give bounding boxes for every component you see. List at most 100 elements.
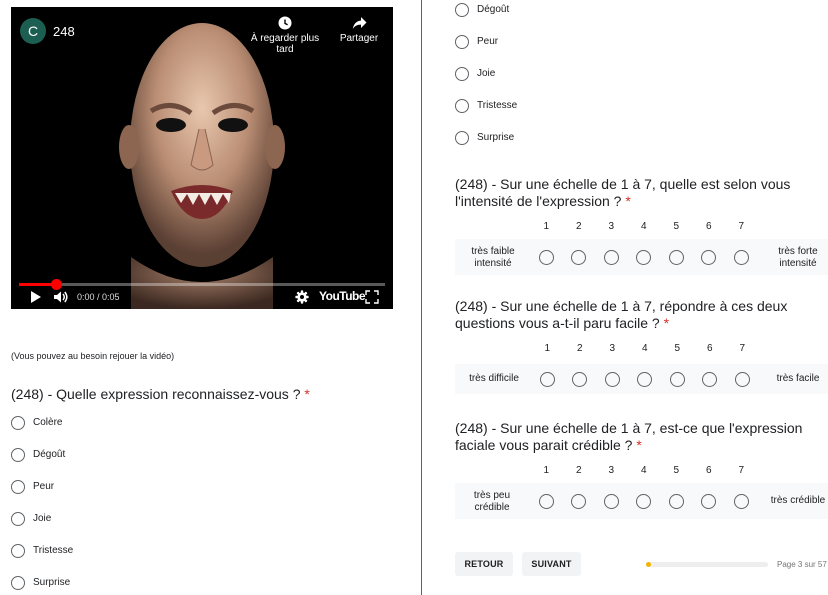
scale-radio-4[interactable] bbox=[636, 494, 652, 509]
scale-radio-3[interactable] bbox=[603, 250, 619, 265]
radio-button[interactable] bbox=[11, 416, 25, 430]
choice-peur[interactable]: Peur bbox=[11, 480, 73, 512]
radio-button[interactable] bbox=[455, 35, 469, 49]
scale-number: 4 bbox=[640, 221, 647, 232]
scale-radio-7[interactable] bbox=[733, 494, 749, 509]
video-frame-face bbox=[11, 7, 393, 309]
scale-radio-2[interactable] bbox=[572, 372, 588, 387]
scale-number: 2 bbox=[575, 465, 582, 476]
scale-radio-7[interactable] bbox=[733, 250, 749, 265]
video-progress-bar[interactable] bbox=[19, 279, 385, 290]
radio-button[interactable] bbox=[455, 131, 469, 145]
required-marker: * bbox=[663, 315, 670, 331]
radio-button[interactable] bbox=[455, 99, 469, 113]
radio-button[interactable] bbox=[11, 544, 25, 558]
scale-radio-5[interactable] bbox=[668, 494, 684, 509]
choice-tristesse[interactable]: Tristesse bbox=[455, 99, 517, 131]
video-player[interactable]: C 248 À regarder plus tard Partager 0:00… bbox=[11, 7, 393, 309]
scale-number: 4 bbox=[641, 343, 648, 354]
scale-number: 6 bbox=[706, 343, 713, 354]
radio-button[interactable] bbox=[455, 3, 469, 17]
scale-number: 5 bbox=[673, 221, 680, 232]
scale-radio-2[interactable] bbox=[571, 250, 587, 265]
scale-question-credibility: (248) - Sur une échelle de 1 à 7, est-ce… bbox=[455, 420, 828, 520]
share-button[interactable]: Partager bbox=[338, 16, 380, 44]
scale-number: 1 bbox=[543, 465, 550, 476]
choice-surprise[interactable]: Surprise bbox=[11, 576, 73, 595]
watch-later-label: À regarder plus tard bbox=[250, 33, 320, 55]
scale-radio-1[interactable] bbox=[538, 494, 554, 509]
scale-question-intensity: (248) - Sur une échelle de 1 à 7, quelle… bbox=[455, 176, 828, 276]
scale-radio-3[interactable] bbox=[603, 494, 619, 509]
choice-degout[interactable]: Dégoût bbox=[455, 3, 517, 35]
play-icon[interactable] bbox=[30, 289, 42, 305]
scale-radio-5[interactable] bbox=[669, 372, 685, 387]
scale-radio-4[interactable] bbox=[637, 372, 653, 387]
choice-colere[interactable]: Colère bbox=[11, 416, 73, 448]
scale-high-label: très forte intensité bbox=[778, 246, 818, 269]
watch-later-button[interactable]: À regarder plus tard bbox=[242, 16, 328, 55]
choice-tristesse[interactable]: Tristesse bbox=[11, 544, 73, 576]
radio-button[interactable] bbox=[11, 512, 25, 526]
radio-button[interactable] bbox=[455, 67, 469, 81]
scale-number: 5 bbox=[674, 343, 681, 354]
volume-icon[interactable] bbox=[53, 289, 69, 305]
radio-button[interactable] bbox=[11, 480, 25, 494]
scale-number: 7 bbox=[738, 465, 745, 476]
choice-label: Surprise bbox=[33, 577, 71, 588]
youtube-logo[interactable]: YouTube bbox=[319, 289, 366, 303]
radio-button[interactable] bbox=[11, 576, 25, 590]
scale-radio-3[interactable] bbox=[604, 372, 620, 387]
fullscreen-icon[interactable] bbox=[365, 289, 379, 305]
scale-radio-6[interactable] bbox=[702, 372, 718, 387]
scale-question-text: (248) - Sur une échelle de 1 à 7, est-ce… bbox=[455, 420, 803, 453]
scale-radio-2[interactable] bbox=[571, 494, 587, 509]
scale-radio-5[interactable] bbox=[668, 250, 684, 265]
choice-label: Dégoût bbox=[33, 449, 66, 460]
share-label: Partager bbox=[339, 33, 379, 44]
choice-label: Tristesse bbox=[477, 100, 518, 111]
scale-radio-1[interactable] bbox=[539, 372, 555, 387]
choice-label: Joie bbox=[477, 68, 496, 79]
scale-radio-4[interactable] bbox=[636, 250, 652, 265]
gear-icon[interactable] bbox=[295, 289, 309, 305]
next-button[interactable]: SUIVANT bbox=[522, 552, 581, 576]
form-progress-bar bbox=[646, 562, 768, 567]
scale-numbers: 1 2 3 4 5 6 7 bbox=[530, 221, 758, 232]
scale-low-label: très faible intensité bbox=[471, 246, 515, 269]
question-expression-text: (248) - Quelle expression reconnaissez-v… bbox=[11, 386, 301, 402]
scale-row: très difficile très facile bbox=[455, 364, 828, 394]
scale-number: 3 bbox=[608, 465, 615, 476]
choice-surprise[interactable]: Surprise bbox=[455, 131, 517, 163]
scale-question-title: (248) - Sur une échelle de 1 à 7, quelle… bbox=[455, 176, 828, 210]
scale-radio-6[interactable] bbox=[701, 250, 717, 265]
clock-icon bbox=[278, 16, 292, 30]
scale-number: 6 bbox=[705, 221, 712, 232]
scale-question-ease: (248) - Sur une échelle de 1 à 7, répond… bbox=[455, 298, 828, 398]
scale-low-label: très peu crédible bbox=[473, 490, 511, 513]
scale-numbers: 1 2 3 4 5 6 7 bbox=[530, 465, 758, 476]
choice-joie[interactable]: Joie bbox=[455, 67, 517, 99]
choice-label: Surprise bbox=[477, 132, 515, 143]
scale-number: 7 bbox=[738, 221, 745, 232]
choice-degout[interactable]: Dégoût bbox=[11, 448, 73, 480]
video-title[interactable]: 248 bbox=[53, 24, 75, 39]
required-marker: * bbox=[625, 193, 631, 209]
left-column: C 248 À regarder plus tard Partager 0:00… bbox=[0, 0, 420, 595]
choice-joie[interactable]: Joie bbox=[11, 512, 73, 544]
expression-choice-list-continued: Dégoût Peur Joie Tristesse Surprise bbox=[455, 3, 517, 163]
scale-number: 1 bbox=[543, 221, 550, 232]
scale-radio-6[interactable] bbox=[701, 494, 717, 509]
radio-button[interactable] bbox=[11, 448, 25, 462]
scale-question-text: (248) - Sur une échelle de 1 à 7, répond… bbox=[455, 298, 788, 331]
channel-avatar[interactable]: C bbox=[20, 18, 46, 44]
choice-peur[interactable]: Peur bbox=[455, 35, 517, 67]
scale-radio-1[interactable] bbox=[538, 250, 554, 265]
back-button[interactable]: RETOUR bbox=[455, 552, 513, 576]
question-expression-title: (248) - Quelle expression reconnaissez-v… bbox=[11, 386, 310, 403]
scale-radio-7[interactable] bbox=[734, 372, 750, 387]
scale-number: 2 bbox=[575, 221, 582, 232]
expression-choice-list: Colère Dégoût Peur Joie Tristesse Surpri… bbox=[11, 416, 73, 595]
form-progress-fill bbox=[646, 562, 651, 567]
scale-number: 2 bbox=[576, 343, 583, 354]
